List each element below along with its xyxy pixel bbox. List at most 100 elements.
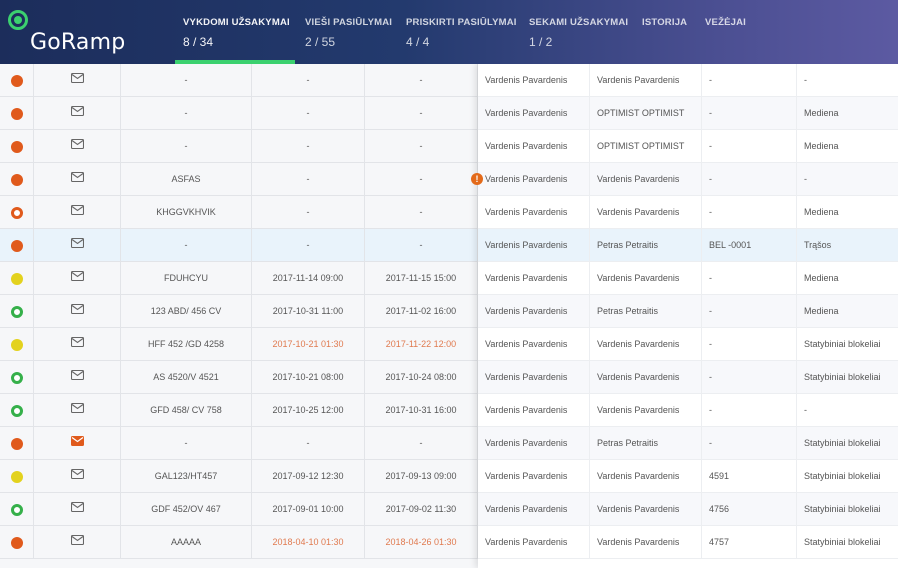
status-dot-icon [10,239,23,252]
envelope-icon[interactable] [70,229,84,261]
tab-label: VYKDOMI UŽSAKYMAI [183,17,290,28]
table-row[interactable]: --- [0,64,478,97]
tab-label: SEKAMI UŽSAKYMAI [529,17,629,28]
table-row[interactable]: Vardenis Pavardenis Vardenis Pavardenis 47… [478,526,898,559]
tab-count: 4 / 4 [406,35,430,49]
table-row[interactable]: Vardenis Pavardenis OPTIMIST OPTIMIST - Med… [478,97,898,130]
table-row[interactable]: Vardenis Pavardenis Vardenis Pavardenis - S… [478,361,898,394]
message-cell[interactable] [34,427,121,460]
code-cell: - [702,196,797,229]
table-row[interactable]: Vardenis Pavardenis Petras Petraitis - Stat… [478,427,898,460]
envelope-icon[interactable] [70,262,84,294]
contact-name-cell: Vardenis Pavardenis [590,64,702,97]
table-row[interactable]: Vardenis Pavardenis Petras Petraitis - Medi… [478,295,898,328]
orders-table-right-pane: Vardenis Pavardenis Vardenis Pavardenis - -… [478,64,898,568]
tab-sekami-uzsakymai[interactable]: SEKAMI UŽSAKYMAI 1 / 2 [529,0,628,64]
envelope-filled-icon[interactable] [70,427,84,459]
table-row[interactable]: AAAAA 2018-04-10 01:30 2018-04-26 01:30 [0,526,478,559]
table-row[interactable]: Vardenis Pavardenis Vardenis Pavardenis - - [478,163,898,196]
tab-count: 2 / 55 [305,35,336,49]
table-row[interactable]: Vardenis Pavardenis OPTIMIST OPTIMIST - Med… [478,130,898,163]
reference-cell: FDUHCYU [121,262,252,295]
envelope-icon[interactable] [70,328,84,360]
table-row[interactable]: Vardenis Pavardenis Vardenis Pavardenis - M… [478,262,898,295]
message-cell[interactable] [34,130,121,163]
tab-istorija[interactable]: ISTORIJA [642,0,687,64]
tab-viesi-pasiulymai[interactable]: VIEŠI PASIŪLYMAI 2 / 55 [305,0,392,64]
contact-name-cell: Petras Petraitis [590,295,702,328]
envelope-icon[interactable] [70,64,84,96]
cargo-cell: Mediena [797,130,898,163]
message-cell[interactable] [34,394,121,427]
cargo-cell: - [797,64,898,97]
tab-vykdomi-uzsakymai[interactable]: VYKDOMI UŽSAKYMAI 8 / 34 [183,0,290,64]
loading-date-cell: 2018-04-10 01:30 [252,526,365,559]
message-cell[interactable] [34,328,121,361]
message-cell[interactable] [34,262,121,295]
message-cell[interactable] [34,361,121,394]
contact-name-cell: Petras Petraitis [590,229,702,262]
table-row[interactable]: Vardenis Pavardenis Vardenis Pavardenis - M… [478,196,898,229]
table-row[interactable]: Vardenis Pavardenis Vardenis Pavardenis - S… [478,328,898,361]
message-cell[interactable] [34,493,121,526]
table-row[interactable]: --- [0,427,478,460]
goramp-logo[interactable]: GoRamp [8,8,158,58]
contact-name-cell: OPTIMIST OPTIMIST [590,130,702,163]
envelope-icon[interactable] [70,97,84,129]
message-cell[interactable] [34,460,121,493]
loading-date-cell: 2017-10-21 01:30 [252,328,365,361]
tab-label: PRISKIRTI PASIŪLYMAI [406,17,517,28]
loading-date-cell: - [252,427,365,460]
message-cell[interactable] [34,526,121,559]
message-cell[interactable] [34,163,121,196]
table-row[interactable]: --- [0,229,478,262]
message-cell[interactable] [34,64,121,97]
envelope-icon[interactable] [70,394,84,426]
loading-date-cell: 2017-10-25 12:00 [252,394,365,427]
table-row[interactable]: --- [0,130,478,163]
envelope-icon[interactable] [70,295,84,327]
reference-cell: - [121,229,252,262]
table-row[interactable]: Vardenis Pavardenis Vardenis Pavardenis - - [478,64,898,97]
status-cell [0,361,34,394]
warning-icon[interactable]: ! [471,173,483,185]
table-row[interactable]: 123 ABD/ 456 CV 2017-10-31 11:00 2017-11-0… [0,295,478,328]
status-cell [0,427,34,460]
message-cell[interactable] [34,229,121,262]
table-row[interactable]: GDF 452/OV 467 2017-09-01 10:00 2017-09-02… [0,493,478,526]
tab-priskirti-pasiulymai[interactable]: PRISKIRTI PASIŪLYMAI 4 / 4 [406,0,517,64]
table-row[interactable]: FDUHCYU 2017-11-14 09:00 2017-11-15 15:00 [0,262,478,295]
status-cell [0,526,34,559]
table-row[interactable]: AS 4520/V 4521 2017-10-21 08:00 2017-10-24… [0,361,478,394]
table-row[interactable]: GFD 458/ CV 758 2017-10-25 12:00 2017-10-3… [0,394,478,427]
message-cell[interactable] [34,295,121,328]
table-row[interactable]: Vardenis Pavardenis Petras Petraitis BEL -… [478,229,898,262]
envelope-icon[interactable] [70,130,84,162]
message-cell[interactable] [34,196,121,229]
envelope-icon[interactable] [70,163,84,195]
contact-name-cell: Vardenis Pavardenis [590,196,702,229]
table-row[interactable]: Vardenis Pavardenis Vardenis Pavardenis 45… [478,460,898,493]
table-row[interactable]: --- [0,97,478,130]
code-cell: - [702,361,797,394]
envelope-icon[interactable] [70,526,84,558]
table-row[interactable]: Vardenis Pavardenis Vardenis Pavardenis - - [478,394,898,427]
unloading-date-cell: 2017-11-22 12:00 [365,328,478,361]
table-row[interactable]: HFF 452 /GD 4258 2017-10-21 01:30 2017-11-… [0,328,478,361]
contact-name-cell: OPTIMIST OPTIMIST [590,97,702,130]
contact-name-cell: Vardenis Pavardenis [590,526,702,559]
table-row[interactable]: Vardenis Pavardenis Vardenis Pavardenis 47… [478,493,898,526]
table-row[interactable]: GAL123/HT457 2017-09-12 12:30 2017-09-13 0… [0,460,478,493]
table-row[interactable]: ASFAS - - [0,163,478,196]
unloading-date-cell: 2017-10-31 16:00 [365,394,478,427]
envelope-icon[interactable] [70,460,84,492]
message-cell[interactable] [34,97,121,130]
envelope-icon[interactable] [70,196,84,228]
table-row[interactable]: KHGGVKHVIK - - [0,196,478,229]
cargo-cell: Statybiniai blokeliai [797,427,898,460]
envelope-icon[interactable] [70,493,84,525]
carrier-name-cell: Vardenis Pavardenis [478,361,590,394]
tab-vezejai[interactable]: VEŽĖJAI [705,0,746,64]
envelope-icon[interactable] [70,361,84,393]
carrier-name-cell: Vardenis Pavardenis [478,262,590,295]
